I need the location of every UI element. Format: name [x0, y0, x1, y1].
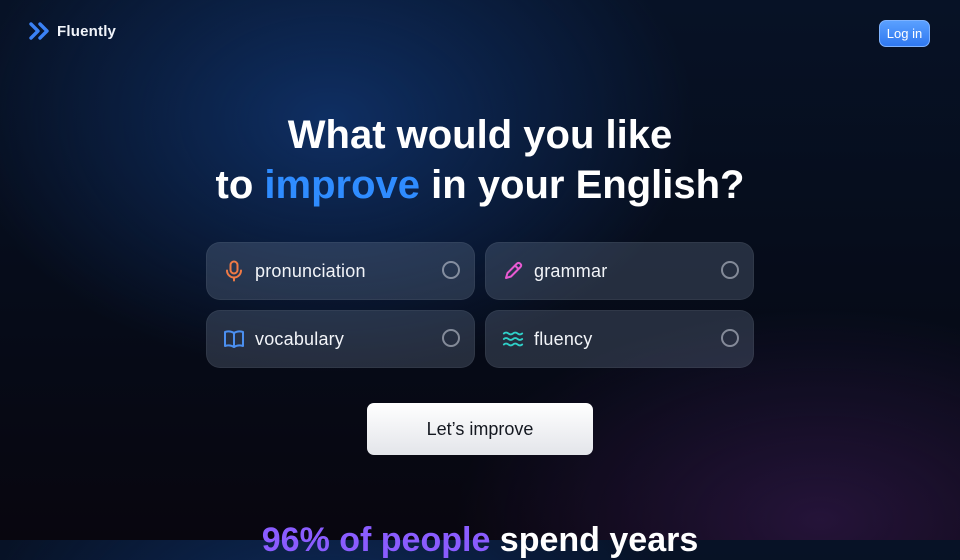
title-line-2-post: in your English? [420, 163, 745, 207]
brand[interactable]: Fluently [29, 22, 116, 40]
option-label: vocabulary [255, 328, 345, 349]
option-label: grammar [534, 260, 608, 281]
option-radio[interactable] [721, 329, 739, 347]
option-vocabulary[interactable]: vocabulary [206, 310, 475, 368]
double-chevron-logo-icon [29, 22, 49, 40]
title-line-2-pre: to [215, 163, 265, 207]
login-button[interactable]: Log in [879, 20, 930, 47]
title-highlight: improve [264, 163, 421, 207]
teaser-highlight: 96% of people [261, 521, 491, 559]
page-title: What would you like to improve in your E… [0, 110, 960, 210]
teaser-heading: 96% of people spend years [0, 520, 960, 560]
option-pronunciation[interactable]: pronunciation [206, 242, 475, 300]
microphone-icon [223, 260, 245, 282]
waves-icon [502, 328, 524, 350]
pencil-icon [502, 260, 524, 282]
title-line-1: What would you like [287, 113, 673, 157]
option-grammar[interactable]: grammar [485, 242, 754, 300]
option-radio[interactable] [721, 261, 739, 279]
brand-name: Fluently [57, 22, 117, 40]
option-radio[interactable] [442, 261, 460, 279]
book-icon [223, 328, 245, 350]
lets-improve-button[interactable]: Let’s improve [367, 403, 593, 455]
teaser-rest: spend years [490, 521, 699, 559]
option-label: pronunciation [255, 260, 366, 281]
option-fluency[interactable]: fluency [485, 310, 754, 368]
option-radio[interactable] [442, 329, 460, 347]
option-label: fluency [534, 328, 593, 349]
